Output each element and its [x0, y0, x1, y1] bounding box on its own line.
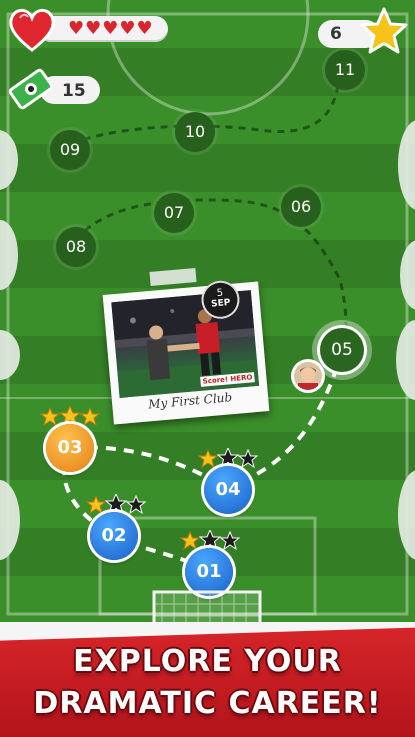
heart-icon: [9, 8, 55, 52]
banner-headline-line2: DRAMATIC CAREER!: [33, 686, 382, 721]
stars-value: 6: [330, 24, 342, 44]
banner-headline-line1: EXPLORE YOUR: [73, 644, 342, 679]
star-icon: [360, 7, 408, 54]
banner-edge: [0, 622, 415, 642]
level-node-09[interactable]: 09: [50, 130, 90, 170]
career-polaroid-photo[interactable]: Score! HERO 5 SEP My First Club: [102, 281, 270, 425]
cash-value: 15: [62, 81, 86, 101]
cash-counter[interactable]: 15: [8, 64, 100, 114]
level-node-04[interactable]: 04: [204, 466, 252, 514]
stars-counter[interactable]: 6: [318, 6, 410, 58]
date-month: SEP: [210, 297, 231, 310]
promo-banner: EXPLORE YOUR DRAMATIC CAREER!: [0, 622, 415, 737]
level-node-02[interactable]: 02: [90, 512, 138, 560]
lives-hearts: ♥♥♥♥♥: [68, 18, 154, 39]
cash-icon: [8, 68, 54, 110]
level-node-03[interactable]: 03: [46, 424, 94, 472]
level-node-current-05[interactable]: 05: [320, 328, 364, 372]
player-avatar: [294, 362, 322, 390]
level-node-06[interactable]: 06: [281, 187, 321, 227]
level-node-08[interactable]: 08: [56, 227, 96, 267]
level-node-10[interactable]: 10: [175, 112, 215, 152]
lives-meter[interactable]: ♥♥♥♥♥: [8, 6, 168, 54]
player-face-icon: [294, 362, 322, 390]
level-node-07[interactable]: 07: [154, 193, 194, 233]
